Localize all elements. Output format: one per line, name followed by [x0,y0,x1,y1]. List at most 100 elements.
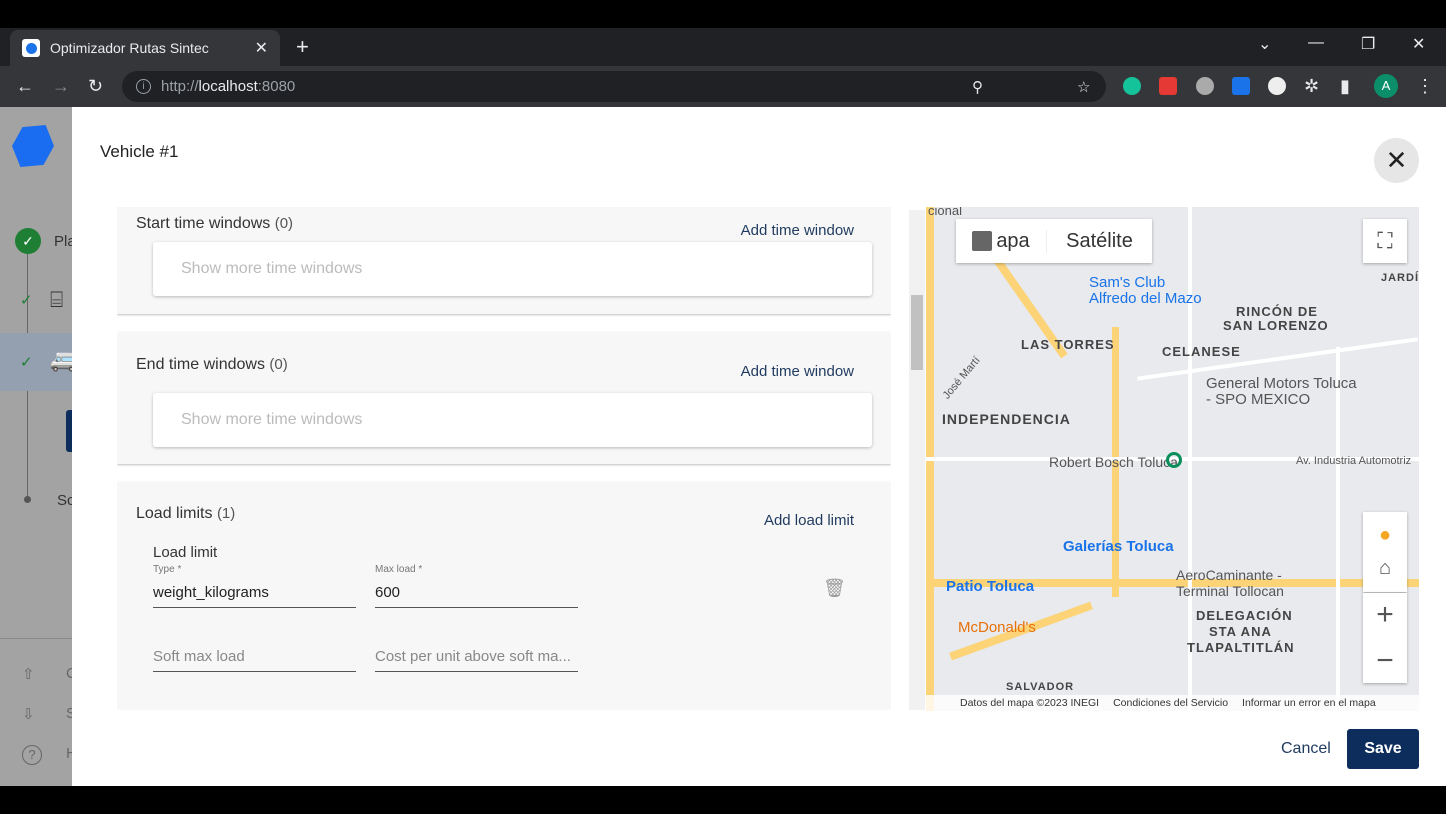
menu-icon[interactable]: ⋮ [1416,76,1434,97]
map-label: INDEPENDENCIA [942,411,1071,427]
download-icon[interactable]: ⇩ [22,705,35,723]
map-label[interactable]: Terminal Tollocan [1176,583,1284,599]
section-count: (0) [269,356,288,373]
check-icon: ✓ [20,354,33,371]
map-type-satellite-button[interactable]: Satélite [1046,229,1152,253]
terms-link[interactable]: Condiciones del Servicio [1113,697,1228,709]
dialog-title: Vehicle #1 [100,142,179,161]
fullscreen-button[interactable]: ⛶ [1363,219,1407,263]
back-icon[interactable]: ← [16,76,34,97]
add-end-time-window-button[interactable]: Add time window [741,363,854,380]
close-button[interactable]: ✕ [1374,138,1419,183]
section-title: Load limits [136,505,213,522]
show-more-end-windows[interactable]: Show more time windows [153,393,872,447]
save-button[interactable]: Save [1347,729,1419,769]
type-field[interactable]: Type * weight_kilograms [153,564,356,608]
map-label: cional [928,207,962,218]
image-icon [972,231,993,251]
minimize-icon[interactable]: — [1308,34,1324,52]
map-label[interactable]: Alfredo del Mazo [1089,290,1202,307]
vehicle-form[interactable]: Start time windows (0) Add time window S… [117,207,891,710]
load-limits-card: Load limits (1) Add load limit Load limi… [117,482,891,710]
map[interactable]: Sam's Club Alfredo del Mazo RINCÓN DE SA… [926,207,1419,711]
url-port: :8080 [257,78,296,95]
field-label: Max load * [375,564,423,575]
end-time-windows-card: End time windows (0) Add time window Sho… [117,332,891,464]
map-label[interactable]: AeroCaminante - [1176,567,1282,583]
puzzle-icon[interactable]: ✲ [1304,76,1319,97]
restore-icon[interactable]: ❐ [1361,34,1375,54]
placeholder: Cost per unit above soft ma... [375,648,571,665]
map-label[interactable]: - SPO MEXICO [1206,391,1310,408]
scrollbar[interactable] [909,210,925,710]
delete-icon[interactable]: 🗑 [823,578,846,599]
map-label: CELANESE [1162,344,1241,359]
upload-icon[interactable]: ⇧ [22,665,35,683]
sidepanel-icon[interactable]: ▮ [1340,76,1350,97]
depot-icon[interactable]: ⌸ [50,287,63,313]
favicon-icon [22,39,40,57]
map-label: LAS TORRES [1021,337,1115,352]
add-load-limit-button[interactable]: Add load limit [764,512,854,529]
map-label[interactable]: Patio Toluca [946,578,1034,595]
close-icon: ✕ [1385,145,1408,175]
soft-max-load-field[interactable]: Soft max load [153,640,356,672]
browser-tab[interactable]: Optimizador Rutas Sintec ✕ [10,30,280,66]
star-icon[interactable]: ☆ [1077,78,1090,96]
grammarly-icon[interactable] [1123,77,1141,95]
map-label[interactable]: General Motors Toluca [1206,375,1357,392]
url-host: localhost [198,78,258,95]
section-title: Start time windows [136,215,271,232]
extension-icon[interactable] [1196,77,1214,95]
avatar[interactable]: A [1374,74,1398,98]
url-input[interactable]: i http://localhost:8080 ⚲ ☆ [122,71,1106,102]
map-label[interactable]: Galerías Toluca [1063,538,1174,555]
location-icon[interactable]: ⚲ [972,78,983,96]
add-start-time-window-button[interactable]: Add time window [741,222,854,239]
section-title: End time windows [136,356,265,373]
forward-icon[interactable]: → [52,76,70,97]
section-count: (1) [216,505,236,522]
map-label: DELEGACIÓN [1196,608,1293,623]
section-count: (0) [274,215,294,232]
step-done-icon: ✓ [15,228,41,254]
map-attribution: Datos del mapa ©2023 INEGI Condiciones d… [926,695,1419,711]
cancel-button[interactable]: Cancel [1281,740,1331,758]
cost-per-unit-field[interactable]: Cost per unit above soft ma... [375,640,578,672]
zoom-out-button[interactable]: − [1376,644,1394,678]
map-label[interactable]: McDonald's [958,619,1036,636]
zoom-control: + − [1363,593,1407,683]
pegman-icon[interactable]: ● [1379,524,1391,547]
close-tab-icon[interactable]: ✕ [255,38,268,58]
new-tab-button[interactable]: + [296,34,309,60]
show-more-start-windows[interactable]: Show more time windows [153,242,872,296]
extension-icon[interactable] [1232,77,1250,95]
map-type-control: apa Satélite [956,219,1152,263]
map-type-label: apa [996,229,1030,252]
extension-icon[interactable] [1159,77,1177,95]
sidebar: ✓ Pla ✓ ⌸ ✓ 🚐 Sc ⇧ C ⇩ S ? H [0,107,77,786]
map-label: SALVADOR [1006,681,1075,693]
fullscreen-icon: ⛶ [1377,228,1393,253]
map-label: Av. Industria Automotriz [1296,455,1412,467]
home-icon[interactable]: ⌂ [1379,557,1391,580]
max-load-field[interactable]: Max load * 600 [375,564,578,608]
check-icon: ✓ [20,292,33,309]
close-window-icon[interactable]: ✕ [1412,34,1425,54]
tab-search-icon[interactable]: ⌄ [1258,34,1271,54]
map-type-map-button[interactable]: apa [956,230,1046,253]
report-error-link[interactable]: Informar un error en el mapa [1242,697,1376,709]
zoom-in-button[interactable]: + [1376,598,1394,632]
extension-icon[interactable] [1268,77,1286,95]
reload-icon[interactable]: ↻ [88,76,103,97]
map-label[interactable]: Sam's Club [1089,274,1165,291]
vehicle-marker-icon[interactable] [1166,452,1182,468]
tab-title: Optimizador Rutas Sintec [50,40,209,56]
street-view-control[interactable]: ● ⌂ [1363,512,1407,592]
field-label: Type * [153,564,182,575]
map-label[interactable]: Robert Bosch Toluca [1049,454,1178,470]
placeholder: Soft max load [153,648,245,665]
help-icon[interactable]: ? [22,745,42,765]
url-prefix: http:// [161,78,199,95]
map-label: JARDÍNE [1381,272,1419,284]
